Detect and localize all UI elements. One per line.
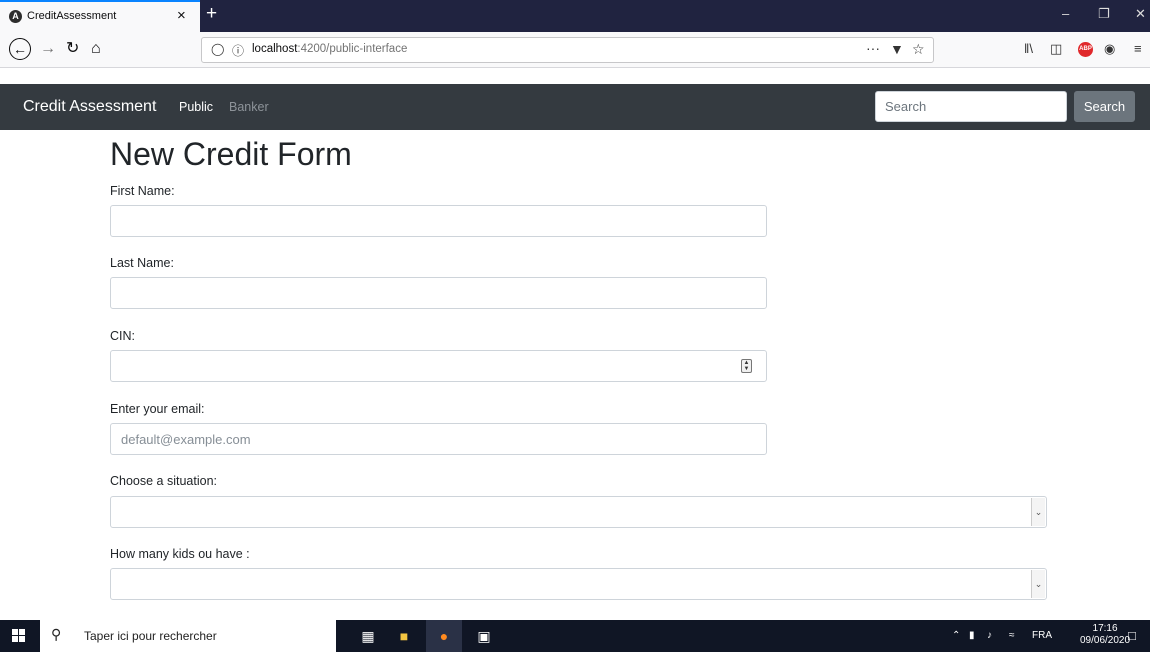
restore-icon[interactable]: ❐ <box>1098 6 1110 22</box>
kids-select[interactable]: ⌄ <box>110 568 1047 600</box>
app-navbar: Credit Assessment Public Banker Search <box>0 84 1150 130</box>
address-bar[interactable]: ◯ ⓘ localhost:4200/public-interface ··· … <box>201 37 934 63</box>
first-name-label: First Name: <box>110 184 175 198</box>
clock-date: 09/06/2020 <box>1080 635 1131 646</box>
bookmark-star-icon[interactable]: ☆ <box>912 41 925 58</box>
nav-link-public[interactable]: Public <box>179 100 213 114</box>
nav-link-banker[interactable]: Banker <box>229 100 269 114</box>
minimize-icon[interactable]: – <box>1062 6 1069 21</box>
terminal-icon[interactable]: ▣ <box>466 620 502 652</box>
info-icon[interactable]: ⓘ <box>232 42 244 59</box>
last-name-field[interactable] <box>110 277 767 309</box>
kids-label: How many kids ou have : <box>110 547 250 561</box>
search-button[interactable]: Search <box>1074 91 1135 122</box>
tray-chevron-up-icon[interactable]: ⌃ <box>952 630 960 641</box>
library-icon[interactable]: ‖\ <box>1024 41 1033 56</box>
system-clock[interactable]: 17:16 09/06/2020 <box>1080 623 1130 647</box>
back-arrow-icon[interactable]: ← <box>9 38 31 60</box>
url-host: localhost <box>252 43 298 55</box>
chevron-down-icon[interactable]: ⌄ <box>1031 570 1045 598</box>
menu-icon[interactable]: ≡ <box>1134 41 1142 56</box>
battery-icon[interactable]: ▮ <box>969 630 975 641</box>
windows-start-icon[interactable] <box>12 629 26 643</box>
situation-select[interactable]: ⌄ <box>110 496 1047 528</box>
sidebar-icon[interactable]: ◫ <box>1050 41 1062 57</box>
email-label: Enter your email: <box>110 402 205 416</box>
email-field[interactable] <box>110 423 767 455</box>
chevron-down-icon[interactable]: ⌄ <box>1031 498 1045 526</box>
file-explorer-icon[interactable]: ■ <box>386 620 422 652</box>
firefox-icon[interactable]: ● <box>426 620 462 652</box>
forward-arrow-icon[interactable]: → <box>40 39 56 59</box>
language-indicator[interactable]: FRA <box>1032 630 1052 641</box>
window-close-icon[interactable]: ✕ <box>1135 6 1146 22</box>
cin-field[interactable] <box>110 350 767 382</box>
wifi-icon[interactable]: ≈ <box>1009 630 1015 641</box>
url-text[interactable]: localhost:4200/public-interface <box>252 43 407 55</box>
account-icon[interactable]: ◉ <box>1104 41 1115 57</box>
search-icon: ⚲ <box>51 626 62 642</box>
new-tab-button[interactable]: + <box>206 3 217 25</box>
volume-icon[interactable]: ♪ <box>987 630 992 641</box>
notifications-icon[interactable]: □ <box>1128 628 1136 643</box>
cin-spinner-icon[interactable]: ▲ ▼ <box>741 359 752 373</box>
browser-tab-strip: A CreditAssessment × + – ❐ ✕ <box>0 0 1150 32</box>
taskbar-search-text: Taper ici pour rechercher <box>84 629 217 643</box>
situation-label: Choose a situation: <box>110 474 218 488</box>
cin-label: CIN: <box>110 329 135 343</box>
tab-title: CreditAssessment <box>27 10 117 22</box>
page-title: New Credit Form <box>110 136 352 172</box>
windows-taskbar: ⚲ Taper ici pour rechercher ▦ ■ ● ▣ ⌃ ▮ … <box>0 620 1150 652</box>
brand[interactable]: Credit Assessment <box>23 98 156 116</box>
pocket-icon[interactable]: ▼ <box>890 41 904 57</box>
first-name-field[interactable] <box>110 205 767 237</box>
tab-close-icon[interactable]: × <box>177 7 186 24</box>
angular-favicon-icon: A <box>9 10 22 23</box>
browser-tab[interactable]: A CreditAssessment × <box>0 0 200 32</box>
page-actions-icon[interactable]: ··· <box>866 40 880 56</box>
adblock-icon[interactable]: ABP <box>1078 42 1093 57</box>
home-icon[interactable]: ⌂ <box>91 39 101 59</box>
reload-icon[interactable]: ↻ <box>66 39 79 59</box>
browser-toolbar: ← → ↻ ⌂ ◯ ⓘ localhost:4200/public-interf… <box>0 32 1150 68</box>
clock-time: 17:16 <box>1092 623 1118 634</box>
taskbar-search-box[interactable]: ⚲ Taper ici pour rechercher <box>40 620 336 652</box>
last-name-label: Last Name: <box>110 256 174 270</box>
url-path: :4200/public-interface <box>297 43 408 55</box>
search-input[interactable] <box>875 91 1067 122</box>
task-view-icon[interactable]: ▦ <box>350 620 386 652</box>
shield-icon[interactable]: ◯ <box>211 42 224 56</box>
